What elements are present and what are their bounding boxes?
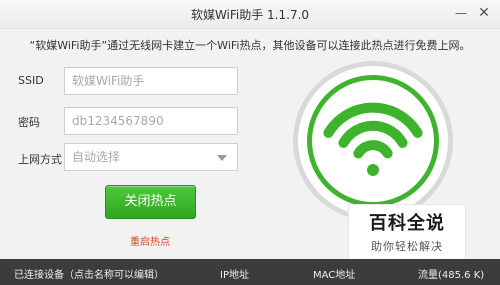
ssid-input[interactable] xyxy=(64,67,238,95)
ssid-label: SSID xyxy=(18,74,44,87)
wifi-status-indicator[interactable] xyxy=(291,59,455,223)
chevron-down-icon[interactable] xyxy=(217,155,227,161)
title-bar: 软媒WiFi助手 1.1.7.0 — ✕ xyxy=(0,0,500,29)
watermark-logo: 百科全说 助你轻松解决 xyxy=(348,204,466,260)
toggle-hotspot-button[interactable]: 关闭热点 xyxy=(105,185,196,219)
connected-devices-header[interactable]: 已连接设备（点击名称可以编辑） xyxy=(14,266,164,281)
password-label: 密码 xyxy=(18,116,40,129)
mac-address-header: MAC地址 xyxy=(313,270,356,281)
network-mode-value: 自动选择 xyxy=(72,150,121,164)
app-description: “软媒WiFi助手”通过无线网卡建立一个WiFi热点，其他设备可以连接此热点进行… xyxy=(29,39,471,52)
ip-address-header: IP地址 xyxy=(220,270,249,281)
status-bar: 已连接设备（点击名称可以编辑） IP地址 MAC地址 流量(485.6 K) xyxy=(0,259,500,285)
traffic-counter: 流量(485.6 K) xyxy=(418,270,485,281)
network-mode-select[interactable]: 自动选择 xyxy=(64,143,238,171)
watermark-title: 百科全说 xyxy=(369,213,445,234)
network-mode-label: 上网方式 xyxy=(18,153,62,166)
window-title: 软媒WiFi助手 1.1.7.0 xyxy=(190,8,310,22)
close-button[interactable]: ✕ xyxy=(474,3,494,23)
password-input[interactable] xyxy=(64,107,238,135)
watermark-subtitle: 助你轻松解决 xyxy=(371,240,443,253)
wifi-icon xyxy=(293,61,453,221)
restart-hotspot-link[interactable]: 重启热点 xyxy=(130,233,170,248)
minimize-button[interactable]: — xyxy=(451,3,471,23)
